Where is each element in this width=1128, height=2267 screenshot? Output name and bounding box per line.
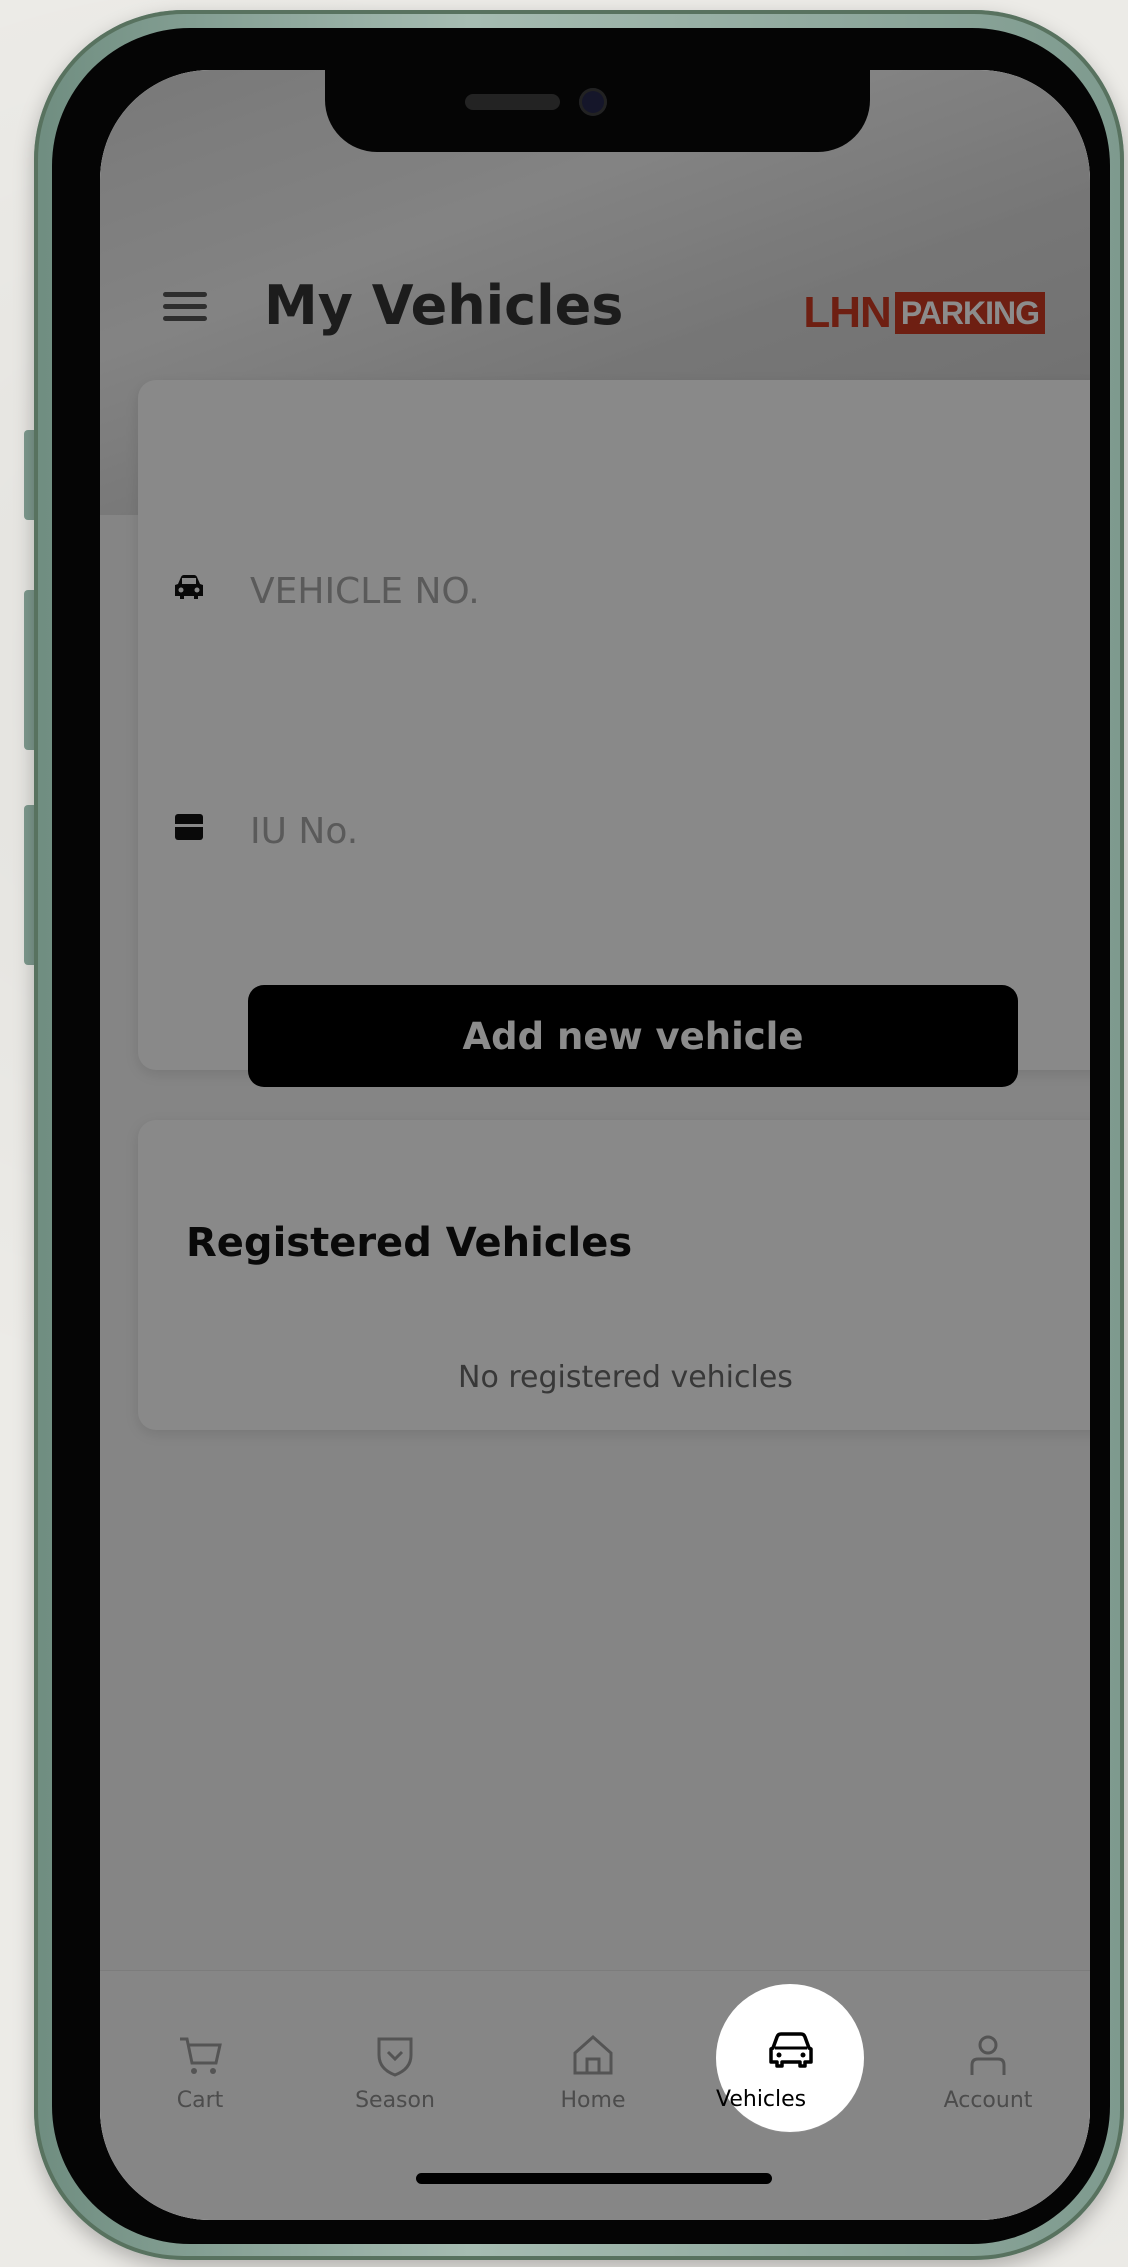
cart-icon bbox=[180, 2037, 222, 2074]
add-vehicle-button[interactable]: Add new vehicle bbox=[248, 985, 1018, 1087]
user-icon bbox=[970, 2035, 1006, 2075]
add-vehicle-form: Add new vehicle bbox=[138, 380, 1090, 1087]
nav-cart[interactable]: Cart bbox=[115, 1971, 285, 2171]
empty-state-text: No registered vehicles bbox=[458, 1360, 793, 1395]
registered-vehicles-card: Registered Vehicles No registered vehicl… bbox=[138, 1120, 1090, 1430]
nav-account-label: Account bbox=[943, 2088, 1033, 2113]
home-icon bbox=[573, 2034, 613, 2075]
vehicle-no-input[interactable] bbox=[248, 550, 1052, 632]
menu-icon[interactable] bbox=[163, 292, 207, 322]
highlighted-vehicles-label: Vehicles bbox=[716, 2087, 807, 2112]
car-icon bbox=[175, 575, 203, 599]
season-pass-icon bbox=[377, 2037, 413, 2077]
highlighted-vehicles-tab[interactable]: Vehicles bbox=[716, 1984, 864, 2132]
speaker-grille bbox=[465, 94, 560, 110]
nav-account[interactable]: Account bbox=[903, 1971, 1073, 2171]
nav-season-label: Season bbox=[355, 2088, 435, 2113]
logo-text-parking: PARKING bbox=[894, 292, 1045, 334]
iu-no-input[interactable] bbox=[248, 790, 1052, 872]
notch bbox=[325, 70, 870, 152]
box-icon bbox=[175, 814, 203, 840]
logo-text-lhn: LHN bbox=[803, 288, 891, 337]
car-icon bbox=[769, 2032, 813, 2068]
front-camera bbox=[579, 88, 607, 116]
registered-vehicles-title: Registered Vehicles bbox=[186, 1220, 633, 1266]
app-header: My Vehicles LHN PARKING bbox=[100, 260, 1090, 360]
nav-cart-label: Cart bbox=[176, 2088, 224, 2113]
nav-home-label: Home bbox=[560, 2088, 626, 2113]
nav-season[interactable]: Season bbox=[310, 1971, 480, 2171]
page-title: My Vehicles bbox=[264, 274, 624, 337]
iu-no-field bbox=[138, 790, 1090, 872]
home-indicator bbox=[416, 2173, 772, 2184]
vehicle-no-field bbox=[138, 550, 1090, 632]
nav-home[interactable]: Home bbox=[508, 1971, 678, 2171]
lhn-parking-logo: LHN PARKING bbox=[803, 288, 1045, 337]
phone-screen: My Vehicles LHN PARKING Add new vehicle bbox=[100, 70, 1090, 2220]
